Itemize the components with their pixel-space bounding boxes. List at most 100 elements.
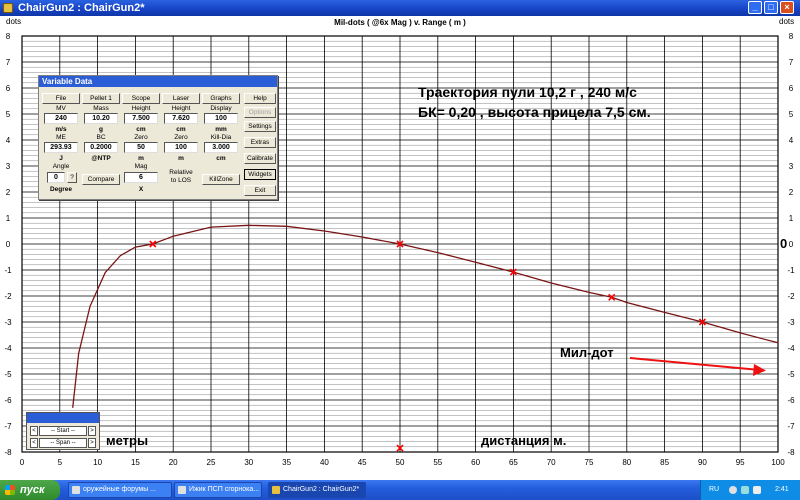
killdia-input[interactable]: 3.000 xyxy=(204,142,238,153)
x-tick-label: 0 xyxy=(20,458,25,467)
span-right-arrow[interactable]: > xyxy=(88,438,96,448)
height-unit: cm xyxy=(136,126,146,133)
annotation-zero: 0 xyxy=(780,236,788,251)
laser-button[interactable]: Laser xyxy=(162,93,200,104)
start-right-arrow[interactable]: > xyxy=(88,426,96,436)
y-tick-label-left: -1 xyxy=(4,266,12,275)
angle-help-button[interactable]: ? xyxy=(67,172,77,183)
volume-icon[interactable] xyxy=(741,486,749,494)
start-button[interactable]: пуск xyxy=(0,480,60,500)
bc-input[interactable]: 0.2000 xyxy=(84,142,118,153)
bc-unit: @NTP xyxy=(91,155,111,162)
y-tick-label-right: -4 xyxy=(787,344,795,353)
x-tick-label: 45 xyxy=(358,458,367,467)
height-label: Height xyxy=(131,105,151,112)
y-tick-label-left: -4 xyxy=(4,344,12,353)
x-tick-label: 5 xyxy=(58,458,63,467)
x-tick-label: 80 xyxy=(622,458,631,467)
annotation-trajectory: Траектория пули 10,2 г , 240 м/с xyxy=(418,84,637,100)
start-row: < -- Start -- > xyxy=(30,426,96,436)
span-left-arrow[interactable]: < xyxy=(30,438,38,448)
trajectory-chart: 0 5 10 15 20 25 30 35 40 45 50 55 60 65 70 75 80 85 90 95 10… xyxy=(4,32,795,467)
mag-label: Mag xyxy=(134,163,148,170)
task-chairgun-label: ChairGun2 : ChairGun2* xyxy=(283,486,360,493)
x-tick-label: 60 xyxy=(471,458,480,467)
zero-input[interactable]: 50 xyxy=(124,142,158,153)
y-tick-label-right: 7 xyxy=(789,58,794,67)
mass-unit: g xyxy=(99,126,103,133)
task-chairgun[interactable]: ChairGun2 : ChairGun2* xyxy=(268,482,366,498)
y-tick-label-left: 0 xyxy=(6,240,11,249)
x-tick-label: 10 xyxy=(93,458,102,467)
y-tick-label-left: 5 xyxy=(6,110,11,119)
y-tick-label-right: 1 xyxy=(789,214,794,223)
task-izhik[interactable]: Ижик ПСП сгорнока... xyxy=(174,482,262,498)
mag-input[interactable]: 6 xyxy=(124,172,158,183)
annotation-mildot: Мил-дот xyxy=(560,345,614,360)
mv-input[interactable]: 240 xyxy=(44,113,78,124)
network-icon[interactable] xyxy=(729,486,737,494)
extras-button[interactable]: Extras xyxy=(244,137,276,148)
settings-button[interactable]: Settings xyxy=(244,121,276,132)
laser-unit: cm xyxy=(176,126,186,133)
y-tick-label-left: 6 xyxy=(6,84,11,93)
x-tick-label: 15 xyxy=(131,458,140,467)
x-tick-label: 40 xyxy=(320,458,329,467)
y-tick-label-right: 0 xyxy=(789,240,794,249)
options-button[interactable]: Options xyxy=(244,107,276,118)
y-tick-label-right: 2 xyxy=(789,188,794,197)
calibrate-button[interactable]: Calibrate xyxy=(244,153,276,164)
start-span-titlebar[interactable] xyxy=(27,413,99,423)
zero-label: Zero xyxy=(134,134,148,141)
killdia-label: Kill-Dia xyxy=(210,134,232,141)
degree-unit: Degree xyxy=(49,186,73,193)
x-tick-label: 95 xyxy=(736,458,745,467)
tray-app-icon[interactable] xyxy=(753,486,761,494)
me-input[interactable]: 293.93 xyxy=(44,142,78,153)
killzone-button[interactable]: KillZone xyxy=(202,174,240,185)
y-tick-label-left: 8 xyxy=(6,32,11,41)
laser-height-input[interactable]: 7.620 xyxy=(164,113,198,124)
display-label: Display xyxy=(210,105,232,112)
help-button[interactable]: Help xyxy=(244,93,276,104)
span-row: < -- Span -- > xyxy=(30,438,96,448)
height-input[interactable]: 7.500 xyxy=(124,113,158,124)
y-tick-label-right: -1 xyxy=(787,266,795,275)
task-forum[interactable]: оружейные форумы ... xyxy=(68,482,172,498)
y-tick-label-left: -7 xyxy=(4,422,12,431)
laser-zero-label: Zero xyxy=(174,134,188,141)
laser-zero-input[interactable]: 100 xyxy=(164,142,198,153)
pellet-button[interactable]: Pellet 1 xyxy=(82,93,120,104)
taskbar: пуск оружейные форумы ... Ижик ПСП сгорн… xyxy=(0,480,800,500)
display-input[interactable]: 100 xyxy=(204,113,238,124)
start-label[interactable]: -- Start -- xyxy=(39,426,87,436)
task-izhik-label: Ижик ПСП сгорнока... xyxy=(189,486,260,493)
windows-logo-icon xyxy=(5,485,15,495)
angle-label: Angle xyxy=(52,163,70,170)
task-forum-label: оружейные форумы ... xyxy=(83,486,157,493)
bc-label: BC xyxy=(96,134,106,141)
scope-button[interactable]: Scope xyxy=(122,93,160,104)
variable-data-panel: Variable Data File Pellet 1 Scope Laser … xyxy=(38,75,278,200)
mass-input[interactable]: 10.20 xyxy=(84,113,118,124)
clock[interactable]: 2:41 xyxy=(775,486,789,493)
to-los-label: to LOS xyxy=(170,177,192,184)
x-tick-label: 50 xyxy=(396,458,405,467)
file-button[interactable]: File xyxy=(42,93,80,104)
y-tick-label-left: -3 xyxy=(4,318,12,327)
start-span-panel: < -- Start -- > < -- Span -- > xyxy=(26,412,100,450)
widgets-button[interactable]: Widgets xyxy=(244,169,276,180)
angle-input[interactable]: 0 xyxy=(47,172,65,183)
language-indicator[interactable]: RU xyxy=(709,486,719,493)
y-tick-label-right: 6 xyxy=(789,84,794,93)
y-tick-label-left: 3 xyxy=(6,162,11,171)
variable-data-title[interactable]: Variable Data xyxy=(39,76,277,87)
graphs-button[interactable]: Graphs xyxy=(202,93,240,104)
y-tick-label-right: 3 xyxy=(789,162,794,171)
exit-button[interactable]: Exit xyxy=(244,185,276,196)
start-label: пуск xyxy=(20,484,45,496)
start-left-arrow[interactable]: < xyxy=(30,426,38,436)
compare-button[interactable]: Compare xyxy=(82,174,120,185)
span-label[interactable]: -- Span -- xyxy=(39,438,87,448)
annotation-distance: дистанция м. xyxy=(481,433,567,448)
